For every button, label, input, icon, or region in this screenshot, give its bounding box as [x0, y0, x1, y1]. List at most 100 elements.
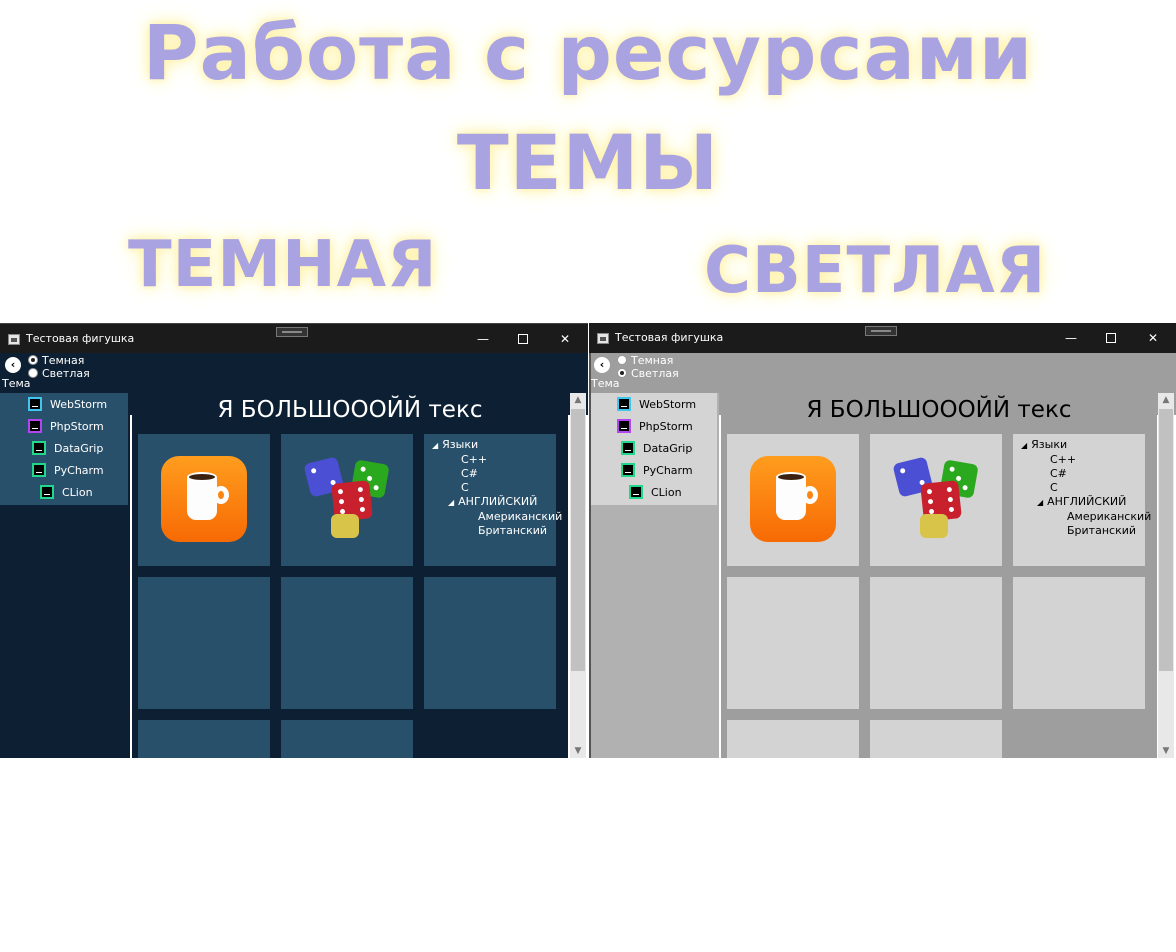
window-border [589, 353, 591, 758]
radio-dark[interactable]: Темная [28, 354, 84, 367]
expand-icon[interactable]: ◢ [448, 498, 454, 507]
radio-dark-label: Темная [42, 354, 85, 367]
sidebar: WebStorm PhpStorm DataGrip PyCharm CLion [0, 393, 130, 758]
menu-item-pycharm[interactable]: PyCharm [621, 463, 693, 483]
menu-item-label: PhpStorm [50, 420, 104, 433]
tile-empty[interactable] [727, 720, 859, 758]
minimize-button[interactable]: — [1056, 327, 1086, 349]
tree-node-label: Языки [1031, 438, 1068, 451]
mug-handle [213, 486, 229, 504]
tree-node-languages[interactable]: ◢ Языки [1021, 438, 1067, 451]
tile-empty[interactable] [281, 720, 413, 758]
back-button[interactable]: ‹ [594, 357, 610, 373]
dice-icon [892, 454, 982, 544]
menu-item-phpstorm[interactable]: PhpStorm [28, 419, 104, 439]
tree-node[interactable]: C# [1050, 467, 1067, 480]
maximize-button[interactable] [1096, 327, 1126, 349]
radio-dot [617, 355, 627, 365]
tree-node[interactable]: C [461, 481, 469, 494]
menu-item-pycharm[interactable]: PyCharm [32, 463, 104, 483]
window-title: Тестовая фигушка [615, 331, 724, 344]
tile-empty[interactable] [870, 577, 1002, 709]
scroll-thumb[interactable] [571, 409, 585, 671]
expand-icon[interactable]: ◢ [1021, 441, 1027, 450]
window-title: Тестовая фигушка [26, 332, 135, 345]
datagrip-icon [621, 441, 635, 455]
menu-item-label: DataGrip [643, 442, 693, 455]
theme-label: Тема [2, 377, 31, 390]
menu-item-clion[interactable]: CLion [629, 485, 682, 505]
ide-menu: WebStorm PhpStorm DataGrip PyCharm CLion [589, 393, 717, 505]
vertical-scrollbar[interactable]: ▲ ▼ [1158, 393, 1174, 758]
menu-item-datagrip[interactable]: DataGrip [32, 441, 103, 461]
tile-empty[interactable] [1013, 577, 1145, 709]
close-button[interactable]: ✕ [1138, 327, 1168, 349]
tree-node[interactable]: Американский [1067, 510, 1151, 523]
title-bar[interactable]: Тестовая фигушка — ✕ [589, 323, 1176, 353]
mug-top [776, 472, 806, 482]
tree-node[interactable]: Британский [478, 524, 547, 537]
dark-theme-window: Тестовая фигушка — ✕ ‹ Темная Светлая Те… [0, 323, 588, 758]
menu-item-datagrip[interactable]: DataGrip [621, 441, 692, 461]
menu-item-label: DataGrip [54, 442, 104, 455]
tree-node[interactable]: C [1050, 481, 1058, 494]
radio-light[interactable]: Светлая [617, 367, 679, 380]
scroll-up-icon[interactable]: ▲ [1158, 393, 1174, 407]
radio-light[interactable]: Светлая [28, 367, 90, 380]
tile-tree: ◢ Языки C++ C# C ◢ АНГЛИЙСКИЙ Американский… [1013, 434, 1151, 566]
expand-icon[interactable]: ◢ [432, 441, 438, 450]
menu-item-clion[interactable]: CLion [40, 485, 93, 505]
scroll-thumb[interactable] [1159, 409, 1173, 671]
tile-empty[interactable] [727, 577, 859, 709]
menu-item-label: CLion [651, 486, 682, 499]
die-yellow [920, 514, 948, 538]
drag-grip-icon[interactable] [276, 327, 308, 337]
radio-dot [28, 355, 38, 365]
heading-dark: ТЕМНАЯ [128, 228, 438, 302]
tile-dice[interactable] [281, 434, 413, 566]
theme-label: Тема [591, 377, 620, 390]
tile-empty[interactable] [138, 720, 270, 758]
menu-item-phpstorm[interactable]: PhpStorm [617, 419, 693, 439]
heading-light: СВЕТЛАЯ [704, 234, 1047, 308]
radio-dark[interactable]: Темная [617, 354, 673, 367]
menu-item-webstorm[interactable]: WebStorm [617, 397, 696, 417]
tree-node[interactable]: C++ [1050, 453, 1076, 466]
close-button[interactable]: ✕ [550, 328, 580, 350]
tree-node-english[interactable]: ◢ АНГЛИЙСКИЙ [1037, 495, 1126, 508]
expand-icon[interactable]: ◢ [1037, 498, 1043, 507]
tile-tree: ◢ Языки C++ C# C ◢ АНГЛИЙСКИЙ Американский… [424, 434, 562, 566]
tree-node[interactable]: Британский [1067, 524, 1136, 537]
tile-empty[interactable] [138, 577, 270, 709]
menu-item-webstorm[interactable]: WebStorm [28, 397, 107, 417]
tile-dice[interactable] [870, 434, 1002, 566]
vertical-scrollbar[interactable]: ▲ ▼ [570, 393, 586, 758]
drag-grip-icon[interactable] [865, 326, 897, 336]
back-button[interactable]: ‹ [5, 357, 21, 373]
minimize-button[interactable]: — [468, 328, 498, 350]
menu-item-label: WebStorm [639, 398, 697, 411]
title-bar[interactable]: Тестовая фигушка — ✕ [0, 323, 588, 353]
tile-coffee[interactable] [138, 434, 270, 566]
tree-node-languages[interactable]: ◢ Языки [432, 438, 478, 451]
pycharm-icon [621, 463, 635, 477]
scroll-down-icon[interactable]: ▼ [1158, 744, 1174, 758]
big-text: Я БОЛЬШОООЙЙ текс [806, 397, 1072, 423]
tile-empty[interactable] [870, 720, 1002, 758]
phpstorm-icon [617, 419, 631, 433]
tree-node-english[interactable]: ◢ АНГЛИЙСКИЙ [448, 495, 537, 508]
maximize-button[interactable] [508, 328, 538, 350]
tree-node[interactable]: C++ [461, 453, 487, 466]
die-yellow [331, 514, 359, 538]
tree-node[interactable]: Американский [478, 510, 562, 523]
clion-icon [629, 485, 643, 499]
tile-empty[interactable] [281, 577, 413, 709]
scroll-up-icon[interactable]: ▲ [570, 393, 586, 407]
scroll-down-icon[interactable]: ▼ [570, 744, 586, 758]
tree-node-label: Языки [442, 438, 479, 451]
big-text: Я БОЛЬШОООЙЙ текс [217, 397, 483, 423]
coffee-icon [161, 456, 247, 542]
tile-empty[interactable] [424, 577, 556, 709]
tree-node[interactable]: C# [461, 467, 478, 480]
tile-coffee[interactable] [727, 434, 859, 566]
